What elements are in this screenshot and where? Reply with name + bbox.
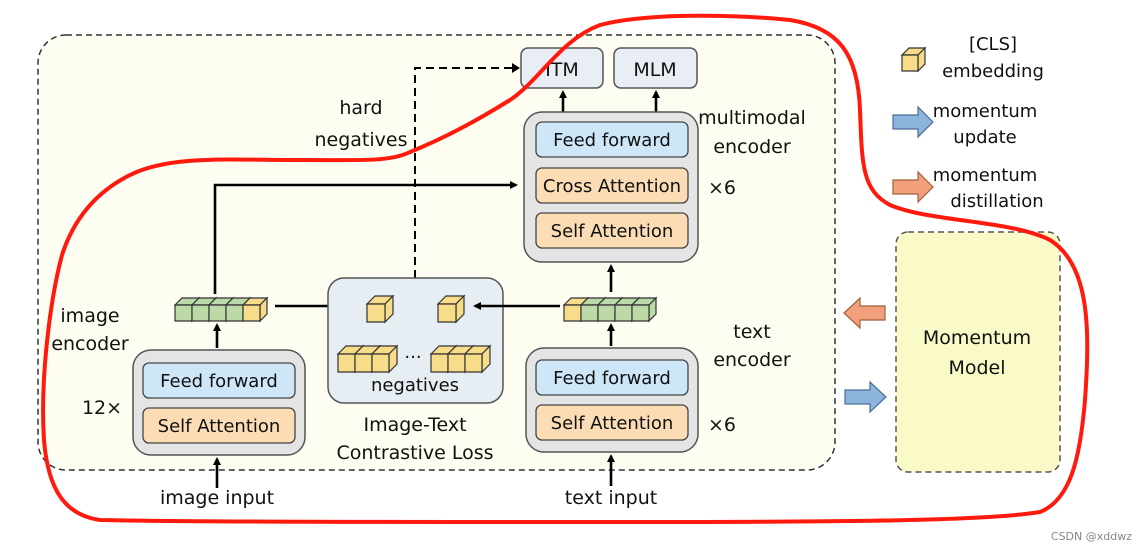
mm-self-attention-label: Self Attention (551, 221, 674, 242)
image-repeat-label: 12× (82, 397, 122, 419)
legend-distill-label-2: distillation (950, 191, 1043, 212)
legend-distill-label-1: momentum (933, 165, 1038, 186)
legend-update-label-1: momentum (933, 101, 1038, 122)
image-encoder: Feed forward Self Attention (132, 349, 306, 456)
multimodal-encoder-label-1: multimodal (698, 107, 806, 129)
text-repeat-label: ×6 (708, 414, 736, 436)
img-feed-forward-label: Feed forward (160, 371, 278, 392)
ellipsis: ... (404, 342, 421, 363)
cls-cube (900, 46, 927, 73)
image-cls-token (241, 296, 269, 323)
image-encoder-label-1: image (60, 305, 119, 327)
multimodal-repeat-label: ×6 (708, 177, 736, 199)
image-encoder-label-2: encoder (51, 333, 129, 355)
negative-queue-embedding (370, 344, 399, 374)
text-encoder-label-1: text (733, 321, 771, 343)
momentum-distillation-arrow-icon (892, 170, 934, 204)
distillation-arrow-icon (843, 296, 886, 330)
momentum-model-label-1: Momentum (923, 327, 1031, 349)
image-cls-embedding (365, 294, 395, 324)
image-input-label: image input (160, 487, 274, 509)
momentum-model-label-2: Model (948, 357, 1005, 379)
txt-self-attention-label: Self Attention (551, 413, 674, 434)
multimodal-encoder-label-2: encoder (713, 136, 791, 158)
mm-cross-attention-label: Cross Attention (543, 176, 681, 197)
negatives-label: negatives (371, 375, 459, 396)
cls-embedding-cube-icon (900, 46, 927, 73)
txt-feed-forward-label: Feed forward (553, 368, 671, 389)
negative-queue-embedding (463, 344, 492, 374)
momentum-model-box: Momentum Model (895, 231, 1061, 473)
albef-architecture-diagram: ITM MLM Feed forward Cross Attention Sel… (37, 13, 1132, 543)
text-word-token (630, 296, 658, 323)
legend-update-label-2: update (953, 127, 1016, 148)
hard-negatives-label-2: negatives (315, 129, 408, 151)
text-token-embeddings (562, 296, 658, 323)
multimodal-encoder: Feed forward Cross Attention Self Attent… (523, 111, 699, 263)
img-self-attention-label: Self Attention (158, 416, 281, 437)
contrastive-label-2: Contrastive Loss (336, 442, 493, 464)
momentum-update-arrow-icon (892, 105, 934, 139)
text-cls-embedding (436, 294, 466, 324)
text-encoder: Feed forward Self Attention (525, 347, 699, 453)
legend-cls-label-1: [CLS] (969, 34, 1017, 55)
hard-negatives-label-1: hard (339, 97, 382, 119)
mlm-head: MLM (613, 47, 698, 89)
text-encoder-label-2: encoder (713, 349, 791, 371)
contrastive-label-1: Image-Text (363, 414, 466, 436)
contrastive-loss-box: ... negatives (327, 277, 504, 404)
watermark: CSDN @xddwz (1051, 530, 1132, 543)
mlm-label: MLM (633, 59, 676, 81)
image-token-embeddings (173, 296, 269, 323)
update-arrow-icon (844, 380, 887, 414)
legend-cls-label-2: embedding (942, 61, 1044, 82)
text-input-label: text input (565, 487, 657, 509)
mm-feed-forward-label: Feed forward (553, 130, 671, 151)
